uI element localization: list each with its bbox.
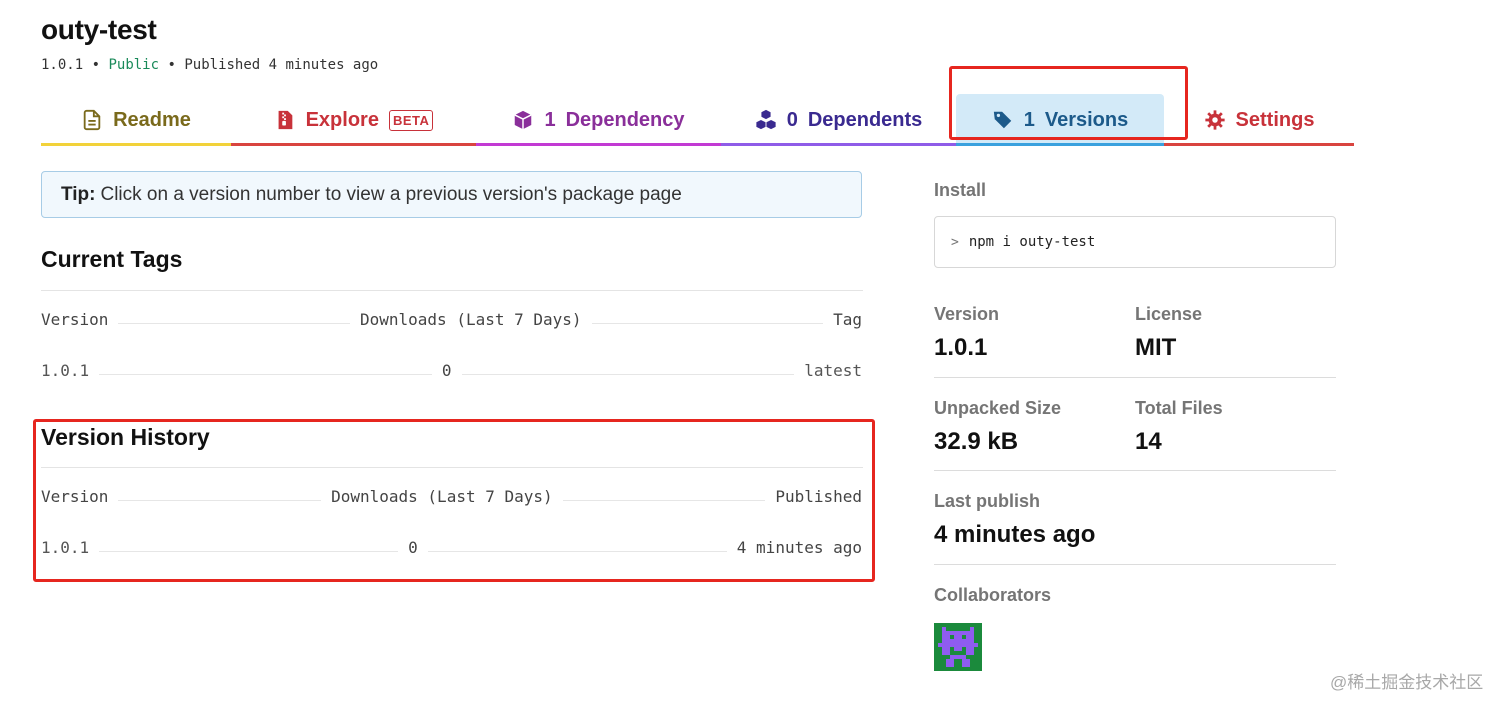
tab-settings-label: Settings: [1235, 108, 1315, 131]
divider: [41, 290, 863, 291]
leader-line: [99, 550, 399, 552]
divider: [934, 470, 1336, 471]
tip-label: Tip:: [61, 183, 96, 205]
divider: [41, 467, 863, 468]
last-publish-value: 4 minutes ago: [934, 521, 1096, 548]
tags-icon: [993, 111, 1011, 129]
package-version: 1.0.1: [41, 57, 84, 73]
prompt-icon: >: [951, 234, 959, 250]
package-tabs: Readme Explore BETA 1 Dependency 0 Depen…: [41, 94, 1354, 146]
tab-dependents-label: Dependents: [807, 108, 923, 131]
watermark: @稀土掘金技术社区: [1330, 673, 1484, 692]
version-history-header-row: Version Downloads (Last 7 Days) Publishe…: [41, 485, 862, 507]
collaborator-avatar[interactable]: [934, 623, 982, 671]
install-command-box[interactable]: > npm i outy-test: [934, 216, 1336, 268]
tab-versions[interactable]: 1 Versions: [956, 94, 1164, 146]
total-files-label: Total Files: [1135, 398, 1223, 418]
downloads-value: 0: [408, 537, 418, 557]
license-value: MIT: [1135, 334, 1177, 361]
leader-line: [461, 373, 795, 375]
divider: [934, 564, 1336, 565]
leader-line: [562, 499, 766, 501]
gear-icon: [1204, 110, 1225, 130]
tip-banner: Tip: Click on a version number to view a…: [41, 171, 862, 218]
meta-separator: •: [91, 57, 101, 73]
downloads-value: 0: [441, 360, 452, 380]
cubes-icon: [756, 109, 776, 130]
visibility-label: Public: [108, 57, 160, 73]
package-meta: 1.0.1 • Public • Published 4 minutes ago: [41, 57, 378, 73]
column-header-downloads: Downloads (Last 7 Days): [359, 309, 582, 329]
leader-line: [427, 550, 727, 552]
last-publish-label: Last publish: [934, 491, 1041, 511]
column-header-version: Version: [41, 486, 109, 506]
column-header-downloads: Downloads (Last 7 Days): [331, 486, 553, 506]
leader-line: [591, 322, 824, 324]
file-text-icon: [83, 109, 101, 131]
tab-versions-count: 1: [1023, 108, 1035, 131]
column-header-tag: Tag: [833, 309, 862, 329]
column-header-version: Version: [41, 309, 109, 329]
tab-dependency[interactable]: 1 Dependency: [476, 94, 721, 146]
total-files-value: 14: [1135, 428, 1162, 455]
version-label: Version: [934, 304, 1000, 324]
tab-explore-label: Explore: [305, 108, 379, 131]
current-tags-header-row: Version Downloads (Last 7 Days) Tag: [41, 308, 862, 330]
tab-dependency-label: Dependency: [565, 108, 685, 131]
unpacked-size-label: Unpacked Size: [934, 398, 1062, 418]
tab-readme-label: Readme: [113, 108, 191, 131]
tab-dependents-count: 0: [786, 108, 798, 131]
zip-file-icon: [278, 110, 292, 130]
collaborators-label: Collaborators: [934, 585, 1052, 605]
version-value: 1.0.1: [934, 334, 988, 361]
version-history-heading: Version History: [41, 424, 210, 450]
tab-explore[interactable]: Explore BETA: [231, 94, 476, 146]
leader-line: [118, 499, 322, 501]
tab-versions-label: Versions: [1044, 108, 1129, 131]
tag-value: latest: [804, 360, 863, 380]
install-command: npm i outy-test: [968, 234, 1096, 250]
published-text: Published 4 minutes ago: [184, 57, 379, 73]
version-link[interactable]: 1.0.1: [41, 538, 89, 557]
tab-readme[interactable]: Readme: [41, 94, 231, 146]
install-label: Install: [934, 180, 987, 200]
table-row: 1.0.1 0 latest: [41, 359, 862, 381]
meta-separator: •: [167, 57, 176, 73]
published-value: 4 minutes ago: [736, 537, 863, 557]
version-link[interactable]: 1.0.1: [41, 361, 89, 380]
leader-line: [118, 322, 350, 324]
leader-line: [99, 373, 432, 375]
divider: [934, 377, 1336, 378]
tab-settings[interactable]: Settings: [1164, 94, 1354, 146]
package-title: outy-test: [41, 14, 157, 45]
tab-dependents[interactable]: 0 Dependents: [721, 94, 956, 146]
unpacked-size-value: 32.9 kB: [934, 428, 1019, 455]
tip-text: Click on a version number to view a prev…: [100, 183, 682, 205]
cube-icon: [514, 110, 533, 130]
license-label: License: [1135, 304, 1203, 324]
beta-badge: BETA: [388, 109, 434, 131]
table-row: 1.0.1 0 4 minutes ago: [41, 536, 862, 558]
tab-dependency-count: 1: [544, 108, 556, 131]
current-tags-heading: Current Tags: [41, 246, 183, 272]
column-header-published: Published: [775, 486, 863, 506]
